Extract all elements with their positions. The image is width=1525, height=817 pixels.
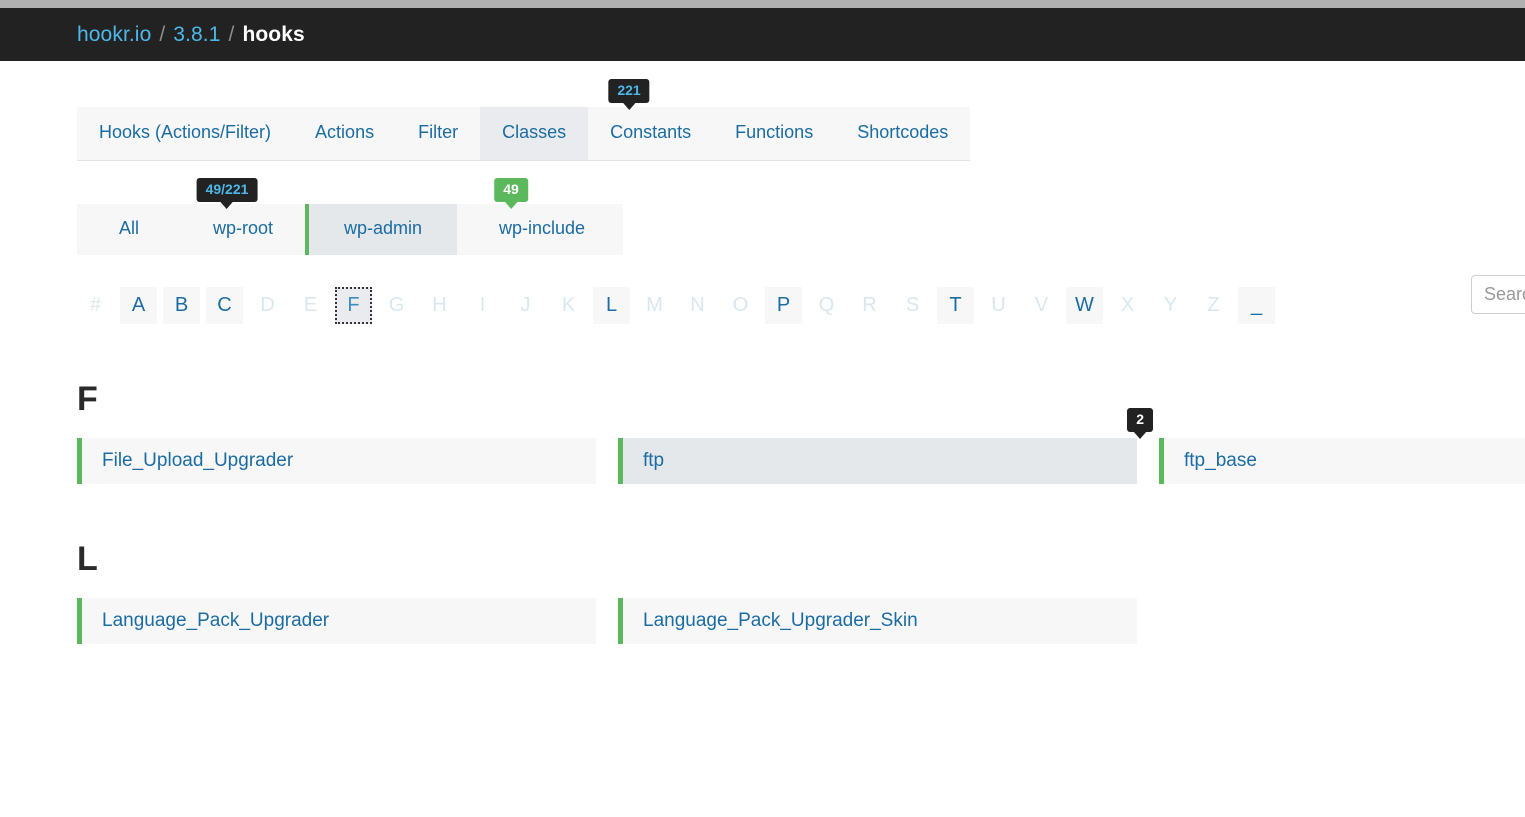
alpha-v: V [1034, 294, 1049, 317]
alpha-o: O [732, 294, 749, 317]
alpha-q: Q [818, 294, 835, 317]
class-card-language-pack-upgrader-skin[interactable]: Language_Pack_Upgrader_Skin [618, 597, 1137, 644]
alpha-h: H [432, 294, 447, 317]
subtab-all-count-badge: 49/221 [196, 177, 258, 210]
subtabbar-wrapper: All wp-root wp-admin wp-include 49/221 4… [77, 177, 1525, 255]
class-card-ftp-base[interactable]: ftp_base [1159, 437, 1525, 484]
alpha-hash: # [89, 294, 102, 317]
class-card-file-upload-upgrader[interactable]: File_Upload_Upgrader [77, 437, 596, 484]
tab-functions[interactable]: Functions [713, 107, 835, 160]
class-card-language-pack-upgrader[interactable]: Language_Pack_Upgrader [77, 597, 596, 644]
alpha-u: U [991, 294, 1006, 317]
alpha-s: S [905, 294, 920, 317]
page-content: Hooks (Actions/Filter) Actions Filter Cl… [0, 79, 1525, 644]
subtab-wp-admin-count-badge: 49 [494, 177, 528, 210]
class-card-label: ftp [643, 449, 665, 471]
search-input[interactable] [1471, 275, 1525, 314]
alpha-r: R [862, 294, 877, 317]
alpha-e: E [303, 294, 318, 317]
alpha-a[interactable]: A [120, 286, 157, 324]
subtab-wp-admin[interactable]: wp-admin [305, 203, 457, 255]
alpha-b[interactable]: B [163, 286, 200, 324]
alpha-g: G [388, 294, 405, 317]
alphabet-filter: # A B C D E F G H I J K L M N O P Q R S … [77, 286, 1525, 324]
class-card-label: Language_Pack_Upgrader_Skin [643, 609, 918, 631]
breadcrumb-version-link[interactable]: 3.8.1 [173, 24, 220, 45]
breadcrumb-current: hooks [242, 23, 305, 46]
alpha-f[interactable]: F [335, 286, 372, 324]
tab-constants[interactable]: Constants [588, 107, 713, 160]
breadcrumb-separator-2: / [228, 23, 235, 46]
section-heading-f: F [77, 379, 98, 418]
alpha-x: X [1120, 294, 1135, 317]
tab-filter[interactable]: Filter [396, 107, 480, 160]
alpha-l[interactable]: L [593, 286, 630, 324]
tab-actions[interactable]: Actions [293, 107, 396, 160]
alpha-t[interactable]: T [937, 286, 974, 324]
alpha-m: M [646, 294, 663, 317]
main-tabbar: Hooks (Actions/Filter) Actions Filter Cl… [77, 107, 971, 161]
breadcrumb-separator-1: / [159, 23, 166, 46]
top-navbar: hookr.io / 3.8.1 / hooks [0, 8, 1525, 61]
section-f-cards: File_Upload_Upgrader ftp 2 ftp_base [77, 407, 1525, 484]
alpha-c[interactable]: C [206, 286, 243, 324]
class-card-ftp[interactable]: ftp 2 [618, 407, 1153, 484]
class-card-label: ftp_base [1184, 449, 1257, 471]
class-card-count-badge: 2 [1127, 407, 1153, 440]
subtab-all[interactable]: All [77, 204, 177, 255]
subtab-wp-include[interactable]: wp-include [457, 204, 623, 255]
alpha-j: J [520, 294, 531, 317]
subtabbar: All wp-root wp-admin wp-include [77, 203, 623, 255]
main-tabbar-wrapper: Hooks (Actions/Filter) Actions Filter Cl… [77, 79, 1525, 161]
class-card-label: Language_Pack_Upgrader [102, 609, 330, 631]
section-heading-l: L [77, 539, 98, 578]
alpha-n: N [690, 294, 705, 317]
alpha-underscore[interactable]: _ [1238, 286, 1275, 324]
alpha-k: K [561, 294, 576, 317]
alpha-z: Z [1207, 294, 1220, 317]
alpha-y: Y [1163, 294, 1178, 317]
breadcrumb: hookr.io / 3.8.1 / hooks [77, 24, 305, 45]
alpha-p[interactable]: P [765, 286, 802, 324]
tab-classes[interactable]: Classes [480, 107, 589, 160]
alpha-d: D [260, 294, 275, 317]
tab-classes-count-badge: 221 [608, 79, 650, 111]
alpha-i: I [479, 294, 486, 317]
tab-hooks[interactable]: Hooks (Actions/Filter) [77, 107, 293, 160]
class-card-label: File_Upload_Upgrader [102, 449, 294, 471]
alpha-w[interactable]: W [1066, 286, 1103, 324]
tab-shortcodes[interactable]: Shortcodes [835, 107, 970, 160]
top-gray-strip [0, 0, 1525, 8]
section-l-cards: Language_Pack_Upgrader Language_Pack_Upg… [77, 597, 1525, 644]
breadcrumb-site-link[interactable]: hookr.io [77, 24, 151, 45]
subtab-wp-root[interactable]: wp-root [177, 204, 305, 255]
